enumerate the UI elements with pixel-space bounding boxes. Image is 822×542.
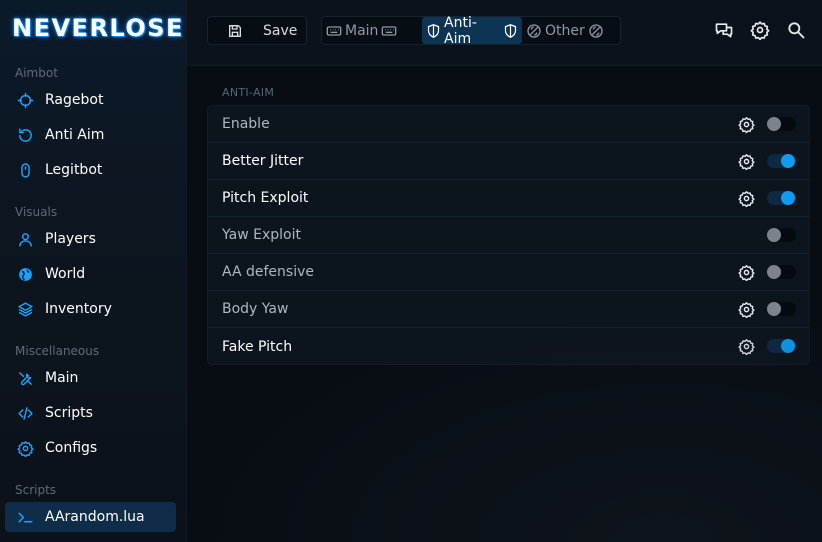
tab-other[interactable]: Other — [522, 17, 620, 44]
crosshair-icon — [5, 92, 45, 109]
mouse-icon — [5, 162, 45, 179]
toggle-switch[interactable] — [767, 117, 796, 131]
sidebar-item-world[interactable]: World — [5, 259, 176, 289]
sidebar-item-inventory[interactable]: Inventory — [5, 294, 176, 324]
setting-row: Enable — [208, 106, 809, 143]
setting-row: Fake Pitch — [208, 328, 809, 364]
toggle-knob — [781, 191, 795, 205]
sidebar-item-label: Anti Aim — [45, 127, 105, 143]
sidebar-item-legitbot[interactable]: Legitbot — [5, 155, 176, 185]
section-title-aimbot: Aimbot — [15, 66, 58, 80]
sidebar-item-configs[interactable]: Configs — [5, 433, 176, 463]
tab-label: Main — [345, 22, 379, 39]
toggle-knob — [767, 265, 781, 279]
shield-icon — [504, 23, 517, 38]
gear-icon[interactable] — [738, 190, 755, 208]
gear-icon[interactable] — [738, 264, 755, 282]
top-icons — [714, 20, 822, 40]
sidebar-item-label: AArandom.lua — [45, 509, 145, 525]
keyboard-icon — [382, 25, 397, 36]
setting-label: Enable — [222, 116, 270, 132]
rotate-icon — [5, 127, 45, 144]
section-title-miscellaneous: Miscellaneous — [15, 344, 100, 358]
main-content: ANTI-AIM Enable Better Jitter Pitch Exploi… — [187, 66, 822, 542]
top-bar: Save Main Anti-Aim Other — [187, 0, 822, 66]
code-icon — [5, 405, 45, 422]
keyboard-icon — [326, 25, 342, 36]
shield-icon — [427, 23, 440, 38]
sidebar-item-label: Scripts — [45, 405, 93, 421]
sidebar-item-ragebot[interactable]: Ragebot — [5, 85, 176, 115]
sidebar-item-scripts[interactable]: Scripts — [5, 398, 176, 428]
setting-row: Pitch Exploit — [208, 180, 809, 217]
terminal-icon — [5, 509, 45, 526]
toggle-knob — [767, 302, 781, 316]
setting-label: Better Jitter — [222, 153, 304, 169]
sidebar-item-label: Main — [45, 370, 79, 386]
toggle-knob — [767, 117, 781, 131]
tab-label: Other — [545, 22, 585, 39]
gear-icon — [5, 440, 45, 457]
section-title-visuals: Visuals — [15, 205, 58, 219]
search-icon[interactable] — [786, 20, 806, 40]
logo: NEVERLOSE — [12, 14, 184, 42]
sidebar-item-aarandom-lua[interactable]: AArandom.lua — [5, 502, 176, 532]
layers-icon — [5, 301, 45, 318]
gear-icon[interactable] — [738, 338, 755, 356]
sidebar-item-label: Inventory — [45, 301, 112, 317]
tab-label: Anti-Aim — [444, 14, 477, 47]
group-title: ANTI-AIM — [222, 86, 275, 99]
sidebar: NEVERLOSE Aimbot Ragebot Anti Aim Legitb… — [0, 0, 187, 542]
save-button[interactable]: Save — [207, 16, 307, 45]
toggle-switch[interactable] — [767, 228, 796, 242]
save-label: Save — [263, 22, 298, 39]
tab-bar: Main Anti-Aim Other — [321, 14, 621, 47]
setting-label: Fake Pitch — [222, 338, 293, 355]
user-icon — [5, 231, 45, 248]
save-icon — [229, 24, 241, 37]
setting-row: Yaw Exploit — [208, 217, 809, 254]
globe-icon — [5, 266, 45, 283]
gear-icon[interactable] — [738, 116, 755, 134]
setting-row: AA defensive — [208, 254, 809, 291]
tools-icon — [5, 370, 45, 387]
gear-icon[interactable] — [738, 301, 755, 319]
toggle-switch[interactable] — [767, 265, 796, 279]
settings-icon[interactable] — [750, 20, 770, 40]
toggle-switch[interactable] — [767, 191, 796, 205]
chat-icon[interactable] — [714, 20, 734, 40]
sidebar-item-label: Ragebot — [45, 92, 104, 108]
sidebar-item-players[interactable]: Players — [5, 224, 176, 254]
toggle-switch[interactable] — [767, 302, 796, 316]
neverlose-menu: NEVERLOSE Aimbot Ragebot Anti Aim Legitb… — [0, 0, 822, 542]
setting-label: Yaw Exploit — [222, 227, 301, 243]
sidebar-item-label: Players — [45, 231, 96, 247]
sidebar-item-label: World — [45, 266, 86, 282]
sidebar-item-anti-aim[interactable]: Anti Aim — [5, 120, 176, 150]
toggle-switch[interactable] — [767, 339, 796, 353]
toggle-knob — [767, 228, 781, 242]
disc-icon — [589, 23, 603, 38]
tab-anti-aim[interactable]: Anti-Aim — [422, 14, 522, 47]
sidebar-item-label: Configs — [45, 440, 98, 456]
toggle-knob — [781, 339, 795, 353]
setting-label: AA defensive — [222, 264, 314, 280]
anti-aim-panel: Enable Better Jitter Pitch Exploit Yaw Expl… — [207, 105, 810, 365]
setting-label: Body Yaw — [222, 301, 289, 317]
toggle-switch[interactable] — [767, 154, 796, 168]
setting-label: Pitch Exploit — [222, 190, 309, 206]
disc-icon — [527, 23, 541, 38]
sidebar-item-label: Legitbot — [45, 162, 103, 178]
setting-row: Better Jitter — [208, 143, 809, 180]
tab-main[interactable]: Main — [322, 17, 422, 44]
sidebar-item-main[interactable]: Main — [5, 363, 176, 393]
setting-row: Body Yaw — [208, 291, 809, 328]
section-title-scripts: Scripts — [15, 483, 57, 497]
gear-icon[interactable] — [738, 153, 755, 171]
toggle-knob — [781, 154, 795, 168]
